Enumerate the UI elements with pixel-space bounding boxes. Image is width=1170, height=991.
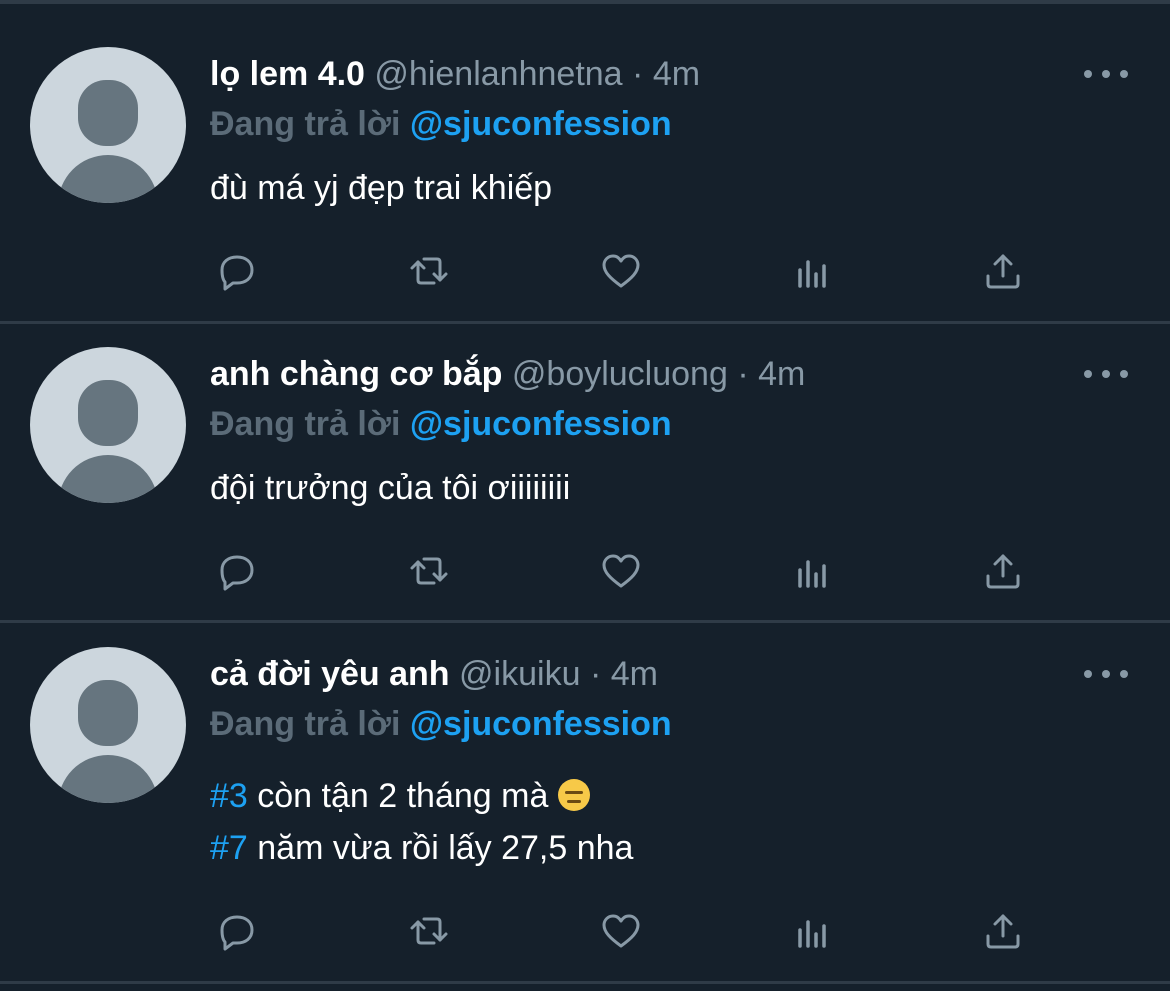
avatar[interactable]: [30, 47, 186, 203]
avatar-body-shape: [58, 155, 158, 203]
share-icon[interactable]: [978, 246, 1028, 296]
separator-dot: ·: [632, 55, 644, 93]
reply-icon[interactable]: [212, 906, 262, 956]
avatar[interactable]: [30, 647, 186, 803]
reply-prefix: Đang trả lời: [210, 105, 401, 143]
mention-link[interactable]: @sjuconfession: [410, 405, 672, 443]
tweet-header: anh chàng cơ bắp @boylucluong · 4m: [210, 354, 805, 394]
display-name[interactable]: lọ lem 4.0: [210, 55, 365, 93]
tweet-header: cả đời yêu anh @ikuiku · 4m: [210, 654, 658, 694]
tweet-actions: [210, 906, 1050, 956]
tweet-text-content: năm vừa rồi lấy 27,5 nha: [247, 829, 634, 867]
like-icon[interactable]: [596, 246, 646, 296]
tweet-actions: [210, 246, 1050, 296]
mention-link[interactable]: @sjuconfession: [410, 105, 672, 143]
tweet-text-content: còn tận 2 tháng mà: [247, 777, 558, 815]
analytics-icon[interactable]: [788, 246, 838, 296]
like-icon[interactable]: [596, 906, 646, 956]
avatar-head-shape: [78, 680, 138, 746]
retweet-icon[interactable]: [404, 546, 454, 596]
tweet-3[interactable]: cả đời yêu anh @ikuiku · 4m Đang trả lời…: [0, 623, 1170, 984]
display-name[interactable]: anh chàng cơ bắp: [210, 355, 502, 393]
avatar-body-shape: [58, 455, 158, 503]
handle[interactable]: @ikuiku: [459, 655, 580, 693]
retweet-icon[interactable]: [404, 246, 454, 296]
avatar-head-shape: [78, 380, 138, 446]
display-name[interactable]: cả đời yêu anh: [210, 655, 450, 693]
retweet-icon[interactable]: [404, 906, 454, 956]
avatar[interactable]: [30, 347, 186, 503]
timestamp[interactable]: 4m: [758, 355, 805, 393]
avatar-head-shape: [78, 80, 138, 146]
replying-to: Đang trả lời @sjuconfession: [210, 104, 672, 144]
tweet-header: lọ lem 4.0 @hienlanhnetna · 4m: [210, 54, 700, 94]
more-options-icon[interactable]: [1084, 664, 1128, 684]
avatar-body-shape: [58, 755, 158, 803]
handle[interactable]: @boylucluong: [512, 355, 728, 393]
replying-to: Đang trả lời @sjuconfession: [210, 404, 672, 444]
tweet-text: đù má yj đẹp trai khiếp: [210, 168, 552, 208]
reply-prefix: Đang trả lời: [210, 405, 401, 443]
reply-icon[interactable]: [212, 546, 262, 596]
mention-link[interactable]: @sjuconfession: [410, 705, 672, 743]
tweet-text-content: đù má yj đẹp trai khiếp: [210, 169, 553, 207]
replying-to: Đang trả lời @sjuconfession: [210, 704, 672, 744]
more-options-icon[interactable]: [1084, 64, 1128, 84]
timestamp[interactable]: 4m: [611, 655, 658, 693]
hashtag-link[interactable]: #3: [210, 777, 248, 815]
expressionless-face-emoji-icon: [557, 779, 590, 811]
tweet-text: đội trưởng của tôi ơiiiiiiii: [210, 468, 570, 508]
tweet-1[interactable]: lọ lem 4.0 @hienlanhnetna · 4m Đang trả …: [0, 4, 1170, 324]
tweet-2[interactable]: anh chàng cơ bắp @boylucluong · 4m Đang …: [0, 324, 1170, 623]
separator-dot: ·: [589, 655, 602, 693]
tweet-actions: [210, 546, 1050, 596]
separator-dot: ·: [737, 355, 749, 393]
tweet-text-line-1: #3 còn tận 2 tháng mà: [210, 776, 590, 816]
like-icon[interactable]: [596, 546, 646, 596]
timestamp[interactable]: 4m: [653, 55, 700, 93]
more-options-icon[interactable]: [1084, 364, 1128, 384]
tweet-text-line-2: #7 năm vừa rồi lấy 27,5 nha: [210, 828, 633, 868]
analytics-icon[interactable]: [788, 906, 838, 956]
share-icon[interactable]: [978, 906, 1028, 956]
tweet-text-content: đội trưởng của tôi ơiiiiiiii: [210, 469, 571, 507]
reply-icon[interactable]: [212, 246, 262, 296]
analytics-icon[interactable]: [788, 546, 838, 596]
reply-prefix: Đang trả lời: [210, 705, 401, 743]
hashtag-link[interactable]: #7: [210, 829, 248, 867]
handle[interactable]: @hienlanhnetna: [374, 55, 622, 93]
share-icon[interactable]: [978, 546, 1028, 596]
